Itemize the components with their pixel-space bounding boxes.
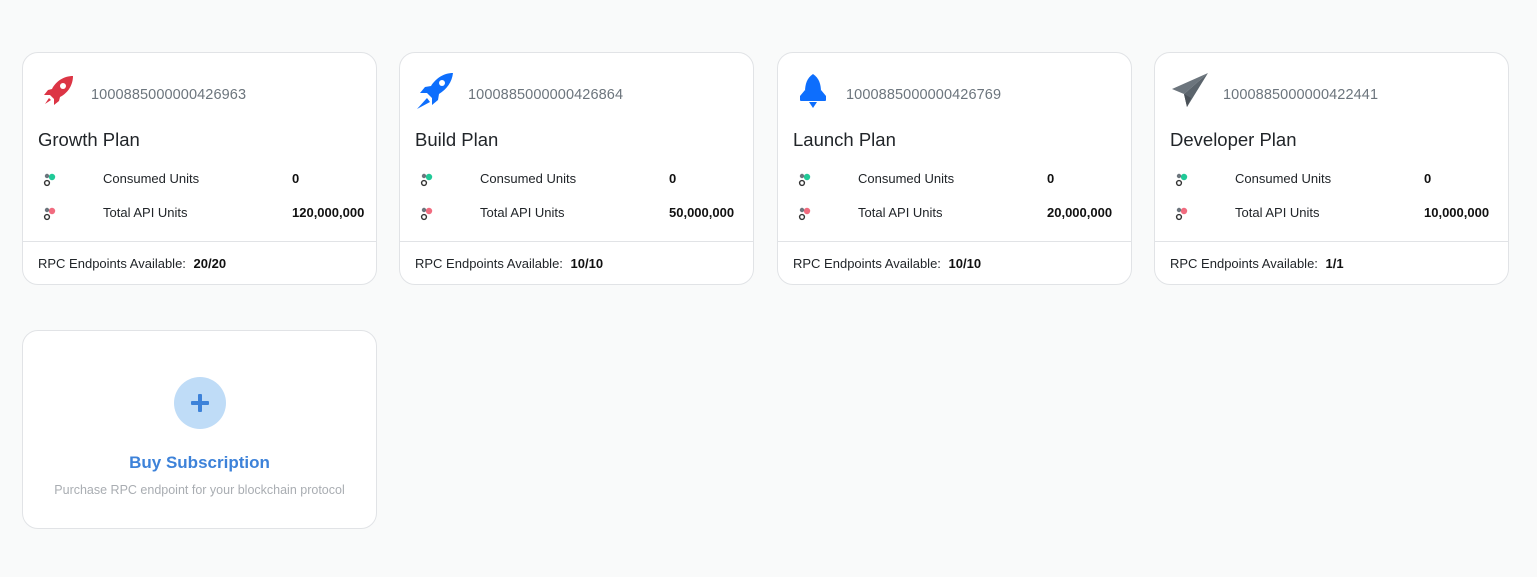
plan-id: 1000885000000426963	[91, 87, 247, 103]
consumed-units-row: Consumed Units 0	[1170, 169, 1498, 189]
total-units-icon	[420, 207, 433, 221]
total-units-value: 20,000,000	[1047, 205, 1113, 220]
total-units-value: 10,000,000	[1424, 205, 1490, 220]
total-units-row: Total API Units 10,000,000	[1170, 203, 1498, 223]
total-units-label: Total API Units	[1235, 205, 1320, 220]
consumed-units-label: Consumed Units	[103, 171, 200, 186]
rpc-endpoints-footer: RPC Endpoints Available: 1/1	[1170, 256, 1344, 271]
consumed-units-icon	[1175, 173, 1188, 187]
buy-subscription-description: Purchase RPC endpoint for your blockchai…	[54, 483, 345, 497]
consumed-units-row: Consumed Units 0	[38, 169, 366, 189]
plan-id: 1000885000000426769	[846, 87, 1002, 103]
rpc-endpoints-footer: RPC Endpoints Available: 10/10	[415, 256, 603, 271]
total-units-icon	[1175, 207, 1188, 221]
rpc-endpoints-value: 1/1	[1325, 256, 1344, 271]
total-units-row: Total API Units 120,000,000	[38, 203, 366, 223]
consumed-units-row: Consumed Units 0	[415, 169, 743, 189]
consumed-units-icon	[798, 173, 811, 187]
consumed-units-label: Consumed Units	[858, 171, 955, 186]
card-divider	[1155, 241, 1508, 242]
plan-card-header: 1000885000000426769 Launch Plan Consumed…	[778, 53, 1131, 241]
plan-card-header: 1000885000000426963 Growth Plan Consumed…	[23, 53, 376, 241]
plan-card-growth[interactable]: 1000885000000426963 Growth Plan Consumed…	[22, 52, 377, 285]
total-units-row: Total API Units 50,000,000	[415, 203, 743, 223]
buy-subscription-link[interactable]: Buy Subscription	[23, 453, 376, 473]
plus-icon	[191, 394, 209, 412]
rpc-endpoints-label: RPC Endpoints Available:	[793, 256, 941, 271]
rocket-takeoff-icon	[415, 71, 455, 111]
plan-name: Build Plan	[415, 129, 499, 150]
consumed-units-icon	[420, 173, 433, 187]
rocket-icon	[38, 71, 78, 111]
consumed-units-label: Consumed Units	[480, 171, 577, 186]
total-units-icon	[43, 207, 56, 221]
card-divider	[778, 241, 1131, 242]
plan-name: Developer Plan	[1170, 129, 1297, 150]
plan-name: Growth Plan	[38, 129, 140, 150]
card-divider	[23, 241, 376, 242]
consumed-units-value: 0	[292, 171, 300, 186]
consumed-units-value: 0	[1047, 171, 1055, 186]
rpc-endpoints-label: RPC Endpoints Available:	[38, 256, 186, 271]
plan-card-build[interactable]: 1000885000000426864 Build Plan Consumed …	[399, 52, 754, 285]
plan-card-header: 1000885000000426864 Build Plan Consumed …	[400, 53, 753, 241]
total-units-label: Total API Units	[480, 205, 565, 220]
consumed-units-label: Consumed Units	[1235, 171, 1332, 186]
total-units-value: 50,000,000	[669, 205, 735, 220]
rpc-endpoints-value: 10/10	[570, 256, 604, 271]
add-subscription-button[interactable]	[174, 377, 226, 429]
rpc-endpoints-label: RPC Endpoints Available:	[415, 256, 563, 271]
plan-id: 1000885000000426864	[468, 87, 624, 103]
plan-card-developer[interactable]: 1000885000000422441 Developer Plan Consu…	[1154, 52, 1509, 285]
consumed-units-value: 0	[1424, 171, 1432, 186]
rocket-launch-icon	[793, 71, 833, 111]
consumed-units-row: Consumed Units 0	[793, 169, 1121, 189]
plan-id: 1000885000000422441	[1223, 87, 1379, 103]
card-divider	[400, 241, 753, 242]
rpc-endpoints-value: 10/10	[948, 256, 982, 271]
consumed-units-value: 0	[669, 171, 677, 186]
consumed-units-icon	[43, 173, 56, 187]
plan-card-header: 1000885000000422441 Developer Plan Consu…	[1155, 53, 1508, 241]
buy-subscription-card[interactable]: Buy Subscription Purchase RPC endpoint f…	[22, 330, 377, 529]
rpc-endpoints-value: 20/20	[193, 256, 227, 271]
plan-name: Launch Plan	[793, 129, 896, 150]
total-units-label: Total API Units	[858, 205, 943, 220]
total-units-row: Total API Units 20,000,000	[793, 203, 1121, 223]
paper-plane-icon	[1170, 71, 1210, 111]
total-units-value: 120,000,000	[292, 205, 365, 220]
total-units-icon	[798, 207, 811, 221]
rpc-endpoints-footer: RPC Endpoints Available: 20/20	[38, 256, 226, 271]
rpc-endpoints-footer: RPC Endpoints Available: 10/10	[793, 256, 981, 271]
total-units-label: Total API Units	[103, 205, 188, 220]
plan-card-launch[interactable]: 1000885000000426769 Launch Plan Consumed…	[777, 52, 1132, 285]
rpc-endpoints-label: RPC Endpoints Available:	[1170, 256, 1318, 271]
